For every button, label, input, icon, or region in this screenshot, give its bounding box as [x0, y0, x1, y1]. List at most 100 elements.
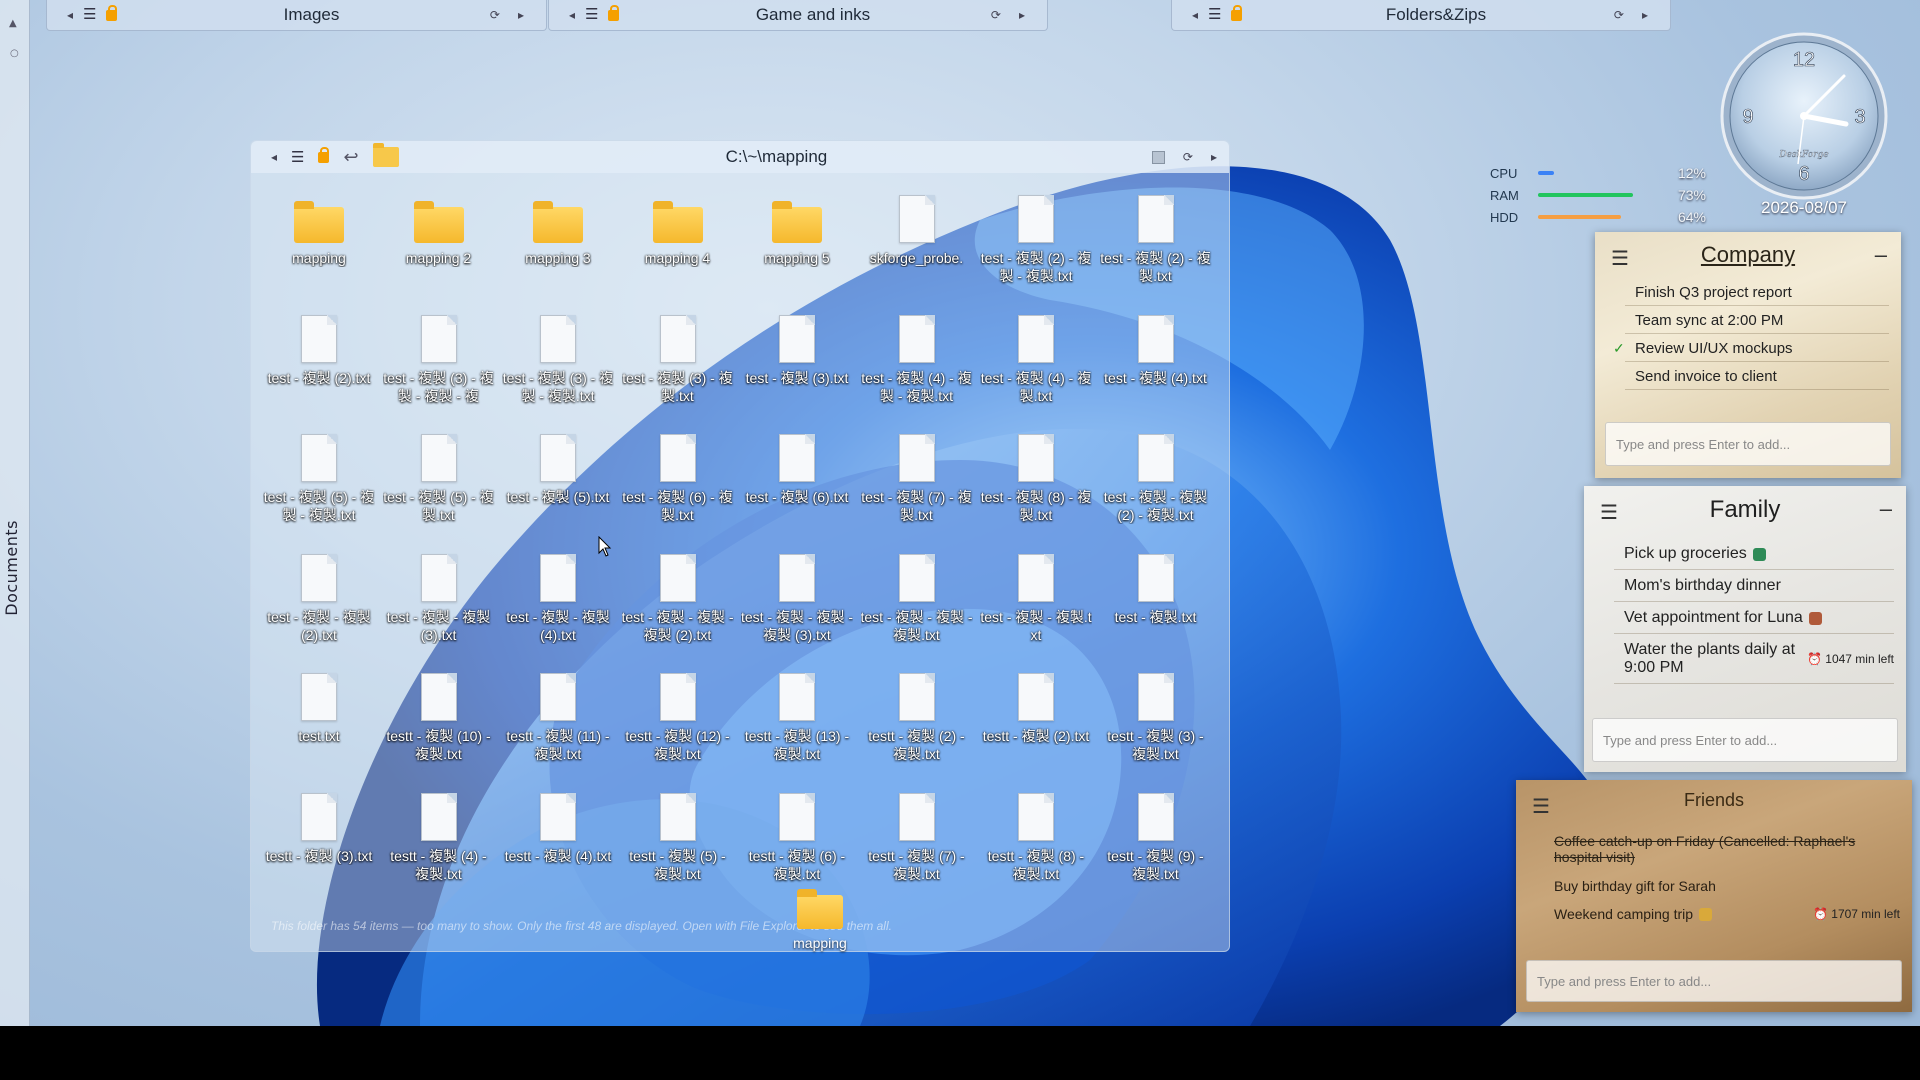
- fence-title-images[interactable]: Images: [167, 5, 456, 25]
- refresh-icon[interactable]: ⟳: [1183, 151, 1193, 163]
- file-item[interactable]: test - 複製 (3) - 複製 - 複製.txt: [502, 311, 614, 405]
- file-item[interactable]: test - 複製 (3) - 複製 - 複製 - 複: [383, 311, 495, 405]
- folder-item[interactable]: mapping 4: [622, 191, 734, 267]
- refresh-icon[interactable]: ⟳: [1614, 9, 1624, 21]
- file-item[interactable]: testt - 複製 (4) - 複製.txt: [383, 789, 495, 883]
- file-item[interactable]: test - 複製 - 複製 - 複製 (3).txt: [741, 550, 853, 644]
- collapse-left-icon[interactable]: ◂: [569, 9, 575, 21]
- file-item[interactable]: testt - 複製 (4).txt: [502, 789, 614, 865]
- note-item[interactable]: Send invoice to client: [1595, 362, 1901, 390]
- fence-title-folders-zips[interactable]: Folders&Zips: [1292, 5, 1580, 25]
- file-item[interactable]: testt - 複製 (5) - 複製.txt: [622, 789, 734, 883]
- file-item[interactable]: test - 複製 (4) - 複製 - 複製.txt: [861, 311, 973, 405]
- view-mode-icon[interactable]: [1151, 150, 1165, 164]
- file-item[interactable]: test - 複製 - 複製 (3).txt: [383, 550, 495, 644]
- minimize-icon[interactable]: –: [1880, 496, 1892, 522]
- file-item[interactable]: test - 複製 (8) - 複製.txt: [980, 430, 1092, 524]
- folder-item[interactable]: mapping 3: [502, 191, 614, 267]
- check-icon[interactable]: ✓: [1613, 340, 1625, 357]
- file-item[interactable]: test - 複製 - 複製.txt: [980, 550, 1092, 644]
- note-item[interactable]: Water the plants daily at 9:00 PM ⏰ 1047 m…: [1584, 634, 1906, 684]
- file-item[interactable]: testt - 複製 (13) - 複製.txt: [741, 669, 853, 763]
- collapse-left-icon[interactable]: ◂: [67, 9, 73, 21]
- note-title-company[interactable]: Company: [1595, 242, 1901, 268]
- collapse-left-icon[interactable]: ◂: [1192, 9, 1198, 21]
- pin-dot-icon[interactable]: ○: [10, 48, 19, 59]
- menu-icon[interactable]: ☰: [83, 7, 96, 22]
- note-item[interactable]: ✓ Review UI/UX mockups: [1595, 334, 1901, 362]
- folder-icon[interactable]: [372, 143, 399, 167]
- expand-right-icon[interactable]: ▸: [1642, 9, 1648, 21]
- file-item[interactable]: test - 複製 (2) - 複製.txt: [1100, 191, 1212, 285]
- file-item[interactable]: test - 複製 (3).txt: [741, 311, 853, 387]
- note-item[interactable]: Weekend camping trip ⏰ 1707 min left: [1516, 900, 1912, 928]
- file-item[interactable]: test - 複製 - 複製 (4).txt: [502, 550, 614, 644]
- file-item[interactable]: test - 複製 (4) - 複製.txt: [980, 311, 1092, 405]
- note-item[interactable]: Pick up groceries: [1584, 538, 1906, 570]
- file-item[interactable]: testt - 複製 (11) - 複製.txt: [502, 669, 614, 763]
- file-item[interactable]: testt - 複製 (8) - 複製.txt: [980, 789, 1092, 883]
- file-item[interactable]: test - 複製 (5) - 複製 - 複製.txt: [263, 430, 375, 524]
- side-dock-strip[interactable]: ▲ ○ Documents: [0, 0, 30, 1026]
- folder-item[interactable]: mapping 2: [383, 191, 495, 267]
- file-item[interactable]: testt - 複製 (10) - 複製.txt: [383, 669, 495, 763]
- note-input-friends[interactable]: Type and press Enter to add...: [1526, 960, 1902, 1002]
- note-input-family[interactable]: Type and press Enter to add...: [1592, 718, 1898, 762]
- file-item[interactable]: test - 複製 (6).txt: [741, 430, 853, 506]
- file-item[interactable]: test - 複製 (2).txt: [263, 311, 375, 387]
- expand-right-icon[interactable]: ▸: [1211, 151, 1217, 163]
- lock-icon[interactable]: [608, 4, 620, 21]
- file-item[interactable]: testt - 複製 (2) - 複製.txt: [861, 669, 973, 763]
- fence-title-bar[interactable]: ◂ ☰ ↩ C:\~\mapping ⟳ ▸: [251, 141, 1229, 173]
- note-item[interactable]: Team sync at 2:00 PM: [1595, 306, 1901, 334]
- file-item[interactable]: testt - 複製 (2).txt: [980, 669, 1092, 745]
- refresh-icon[interactable]: ⟳: [991, 9, 1001, 21]
- note-title-friends[interactable]: Friends: [1516, 790, 1912, 811]
- menu-icon[interactable]: ☰: [291, 150, 304, 165]
- file-item[interactable]: testt - 複製 (7) - 複製.txt: [861, 789, 973, 883]
- refresh-icon[interactable]: ⟳: [490, 9, 500, 21]
- note-item[interactable]: Finish Q3 project report: [1595, 278, 1901, 306]
- file-item[interactable]: test - 複製 - 複製 (2) - 複製.txt: [1100, 430, 1212, 524]
- back-arrow-icon[interactable]: ↩: [343, 147, 358, 168]
- file-item[interactable]: test.txt: [263, 669, 375, 745]
- expand-right-icon[interactable]: ▸: [1019, 9, 1025, 21]
- lock-icon[interactable]: [106, 4, 118, 21]
- file-item[interactable]: testt - 複製 (3) - 複製.txt: [1100, 669, 1212, 763]
- file-item[interactable]: test - 複製 (3) - 複製.txt: [622, 311, 734, 405]
- collapse-left-icon[interactable]: ◂: [271, 151, 277, 163]
- fence-title-game-and-inks[interactable]: Game and inks: [669, 5, 957, 25]
- file-item[interactable]: test - 複製 (7) - 複製.txt: [861, 430, 973, 524]
- file-item[interactable]: testt - 複製 (9) - 複製.txt: [1100, 789, 1212, 883]
- file-item[interactable]: test - 複製 (5) - 複製.txt: [383, 430, 495, 524]
- note-input-company[interactable]: Type and press Enter to add...: [1605, 422, 1891, 466]
- desktop-folder-mapping[interactable]: mapping: [780, 889, 860, 951]
- collapse-arrow-icon[interactable]: ▲: [9, 18, 17, 29]
- file-item[interactable]: skforge_probe.: [861, 191, 973, 267]
- file-item[interactable]: testt - 複製 (3).txt: [263, 789, 375, 865]
- fence-bar-folders-zips[interactable]: ◂ ☰ Folders&Zips ⟳ ▸: [1171, 0, 1671, 31]
- file-item[interactable]: test - 複製 - 複製 - 複製.txt: [861, 550, 973, 644]
- menu-icon[interactable]: ☰: [1208, 7, 1221, 22]
- menu-icon[interactable]: ☰: [585, 7, 598, 22]
- file-item[interactable]: test - 複製 - 複製 - 複製 (2).txt: [622, 550, 734, 644]
- folder-item[interactable]: mapping: [263, 191, 375, 267]
- file-item[interactable]: test - 複製 (4).txt: [1100, 311, 1212, 387]
- fence-bar-images[interactable]: ◂ ☰ Images ⟳ ▸: [46, 0, 547, 31]
- expand-right-icon[interactable]: ▸: [518, 9, 524, 21]
- lock-icon[interactable]: [1231, 4, 1243, 21]
- file-item[interactable]: testt - 複製 (12) - 複製.txt: [622, 669, 734, 763]
- file-item[interactable]: test - 複製.txt: [1100, 550, 1212, 626]
- file-item[interactable]: testt - 複製 (6) - 複製.txt: [741, 789, 853, 883]
- lock-icon[interactable]: [318, 146, 330, 163]
- fence-bar-game-and-inks[interactable]: ◂ ☰ Game and inks ⟳ ▸: [548, 0, 1048, 31]
- minimize-icon[interactable]: –: [1875, 242, 1887, 268]
- file-item[interactable]: test - 複製 (5).txt: [502, 430, 614, 506]
- note-title-family[interactable]: Family: [1584, 496, 1906, 524]
- note-item[interactable]: Mom's birthday dinner: [1584, 570, 1906, 602]
- file-item[interactable]: test - 複製 (2) - 複製 - 複製.txt: [980, 191, 1092, 285]
- folder-item[interactable]: mapping 5: [741, 191, 853, 267]
- note-item[interactable]: Coffee catch-up on Friday (Cancelled: Ra…: [1516, 826, 1912, 872]
- note-item[interactable]: Vet appointment for Luna: [1584, 602, 1906, 634]
- side-label-documents[interactable]: Documents: [2, 520, 28, 616]
